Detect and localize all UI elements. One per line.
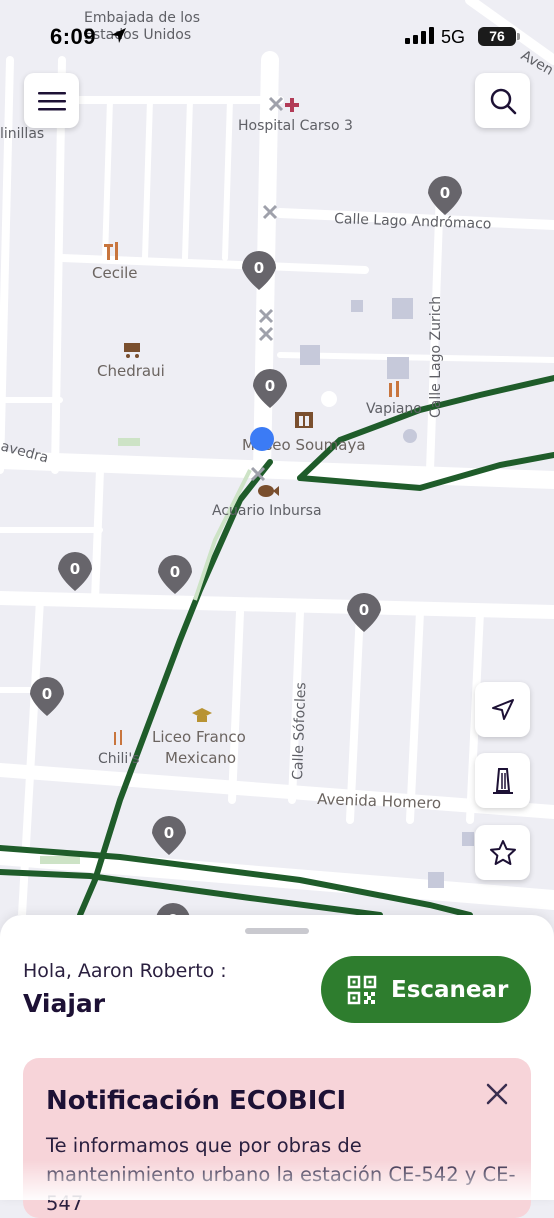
status-network: 5G: [441, 27, 466, 47]
close-icon[interactable]: [485, 1082, 509, 1106]
station-pin-count: 0: [265, 377, 275, 395]
label-liceo-1: Liceo Franco: [152, 728, 246, 746]
museum-icon: [295, 412, 313, 428]
label-vapiano: Vapiano: [366, 401, 422, 417]
station-pin-count: 0: [359, 601, 369, 619]
scan-button[interactable]: Escanear: [321, 956, 531, 1023]
favorites-button[interactable]: [475, 825, 530, 880]
greeting-text: Hola, Aaron Roberto :: [23, 960, 227, 982]
notification-title: Notificación ECOBICI: [46, 1086, 347, 1116]
search-button[interactable]: [475, 73, 530, 128]
monument-button[interactable]: [475, 753, 530, 808]
station-pin-count: 0: [440, 184, 450, 202]
label-acuario-inbursa: Acuario Inbursa: [212, 503, 322, 519]
scan-button-label: Escanear: [391, 976, 509, 1003]
sheet-fade: [0, 1160, 554, 1200]
battery-indicator: 76: [478, 27, 520, 46]
label-liceo-2: Mexicano: [165, 749, 236, 767]
station-pin-count: 0: [164, 824, 174, 842]
map[interactable]: Embajada de los Estados Unidos Hospital …: [0, 0, 554, 915]
user-location-dot: [250, 427, 274, 451]
label-calle-sofocles: Calle Sófocles: [290, 682, 309, 780]
monument-icon: [492, 767, 513, 794]
label-cecile: Cecile: [92, 264, 138, 282]
label-chilis: Chili's: [98, 751, 139, 767]
hamburger-menu-icon: [37, 91, 66, 110]
star-icon: [489, 839, 516, 865]
location-arrow-icon: [111, 28, 126, 43]
search-icon: [490, 88, 516, 114]
menu-button[interactable]: [24, 73, 79, 128]
label-chedraui: Chedraui: [97, 362, 165, 380]
status-bar: 6:09 5G 76: [0, 0, 554, 70]
station-pin-count: 0: [254, 259, 264, 277]
locate-button[interactable]: [475, 682, 530, 737]
station-pin-count: 0: [70, 560, 80, 578]
navigation-arrow-icon: [491, 698, 514, 720]
sheet-drag-handle[interactable]: [245, 928, 309, 934]
bottom-sheet[interactable]: Hola, Aaron Roberto : Viajar Escanear No…: [0, 915, 554, 1218]
qr-code-icon: [347, 975, 377, 1004]
station-pin-count: 0: [170, 563, 180, 581]
sheet-title: Viajar: [23, 989, 106, 1018]
label-hospital: Hospital Carso 3: [238, 118, 353, 134]
status-time: 6:09: [50, 24, 97, 49]
station-pin-count: 0: [42, 685, 52, 703]
label-linillas: linillas: [0, 126, 44, 142]
label-calle-lago-zurich: Calle Lago Zurich: [428, 296, 444, 418]
signal-icon: [405, 27, 434, 44]
